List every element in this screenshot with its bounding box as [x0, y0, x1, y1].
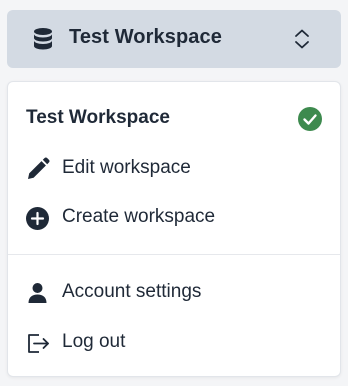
check-circle-icon — [298, 107, 322, 131]
menu-divider — [8, 254, 340, 255]
workspace-switcher-button[interactable]: Test Workspace — [7, 10, 341, 68]
menu-item-create-workspace[interactable]: Create workspace — [8, 195, 340, 241]
current-workspace-label: Test Workspace — [26, 107, 170, 128]
plus-circle-icon — [26, 207, 49, 230]
account-settings-label: Account settings — [62, 281, 202, 302]
logout-icon — [28, 334, 49, 353]
chevron-up-down-icon — [295, 29, 309, 49]
user-icon — [28, 283, 47, 303]
menu-item-log-out[interactable]: Log out — [8, 320, 340, 366]
database-icon — [34, 28, 52, 50]
menu-item-current-workspace[interactable]: Test Workspace — [8, 96, 340, 142]
workspace-switcher-title: Test Workspace — [69, 26, 222, 48]
workspace-dropdown-menu: Test Workspace Edit workspace Create wor… — [7, 81, 341, 377]
create-workspace-label: Create workspace — [62, 206, 216, 227]
menu-item-edit-workspace[interactable]: Edit workspace — [8, 146, 340, 192]
edit-workspace-label: Edit workspace — [62, 157, 191, 178]
pencil-icon — [28, 157, 50, 179]
menu-item-account-settings[interactable]: Account settings — [8, 270, 340, 316]
log-out-label: Log out — [62, 331, 126, 352]
